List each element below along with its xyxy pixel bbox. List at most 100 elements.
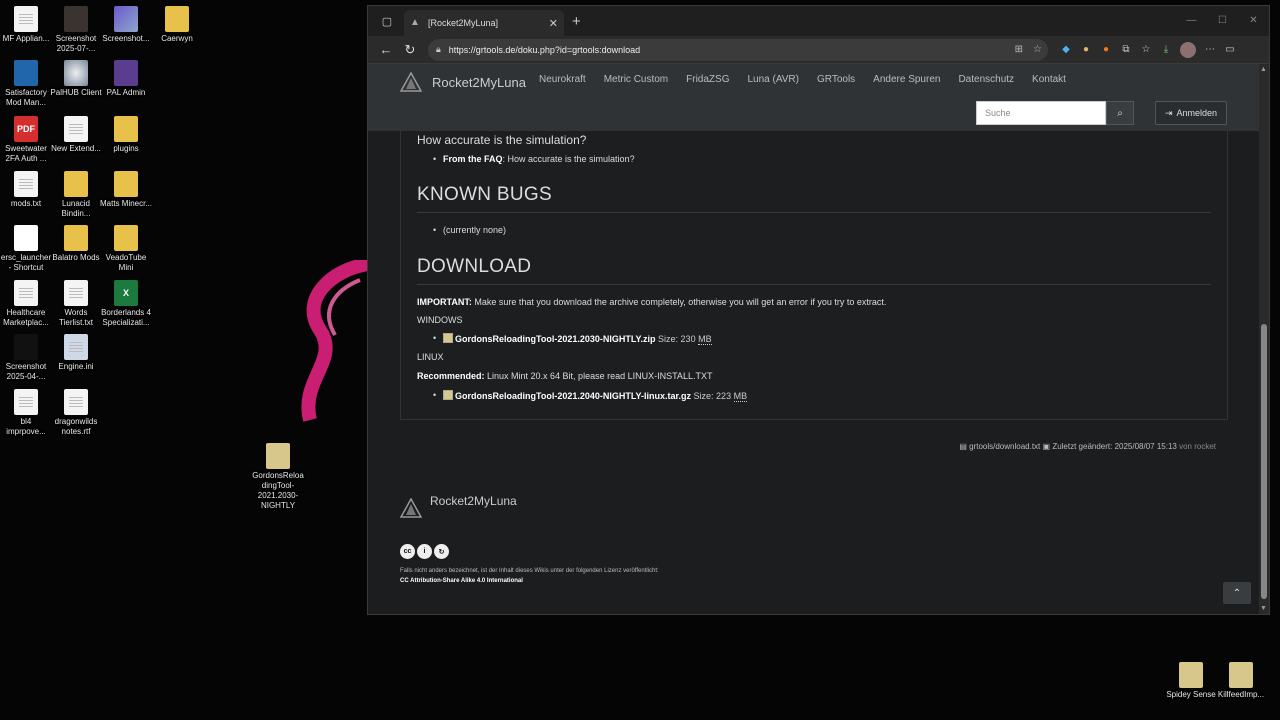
search-input[interactable]: [976, 101, 1106, 125]
desktop-icon[interactable]: KillfeedImp...: [1214, 662, 1268, 700]
image-icon: [14, 334, 38, 360]
excel-icon: X: [114, 280, 138, 306]
linux-download-item: GordonsReloadingTool-2021.2040-NIGHTLY-l…: [433, 390, 1211, 402]
minimize-icon[interactable]: —: [1176, 6, 1207, 34]
app-available-icon[interactable]: ⊞: [1015, 44, 1023, 55]
menu-item[interactable]: Datenschutz: [949, 70, 1023, 90]
rocket-logo-icon: [400, 72, 422, 92]
extension-face-icon[interactable]: ●: [1076, 44, 1096, 55]
desktop-icon-label: Satisfactory Mod Man...: [5, 88, 47, 107]
browser-window: ▢ ▲ [Rocket2MyLuna] ✕ + — ☐ ✕ ← ↻ 🔒︎ htt…: [367, 5, 1270, 615]
back-icon[interactable]: ←: [374, 39, 398, 61]
folder-icon: [114, 171, 138, 197]
desktop-icon[interactable]: GordonsReloadingTool-2021.2030-NIGHTLY: [252, 443, 304, 511]
favorite-star-icon[interactable]: ☆: [1033, 44, 1042, 55]
url-field[interactable]: 🔒︎ https://grtools.de/doku.php?id=grtool…: [428, 38, 1048, 61]
license-link[interactable]: CC Attribution-Share Alike 4.0 Internati…: [400, 576, 659, 586]
desktop-icon[interactable]: PDF Sweetwater 2FA Auth ...: [0, 116, 52, 164]
close-tab-icon[interactable]: ✕: [549, 17, 558, 30]
menu-item[interactable]: Kontakt: [1023, 70, 1075, 90]
login-icon: ⇥: [1164, 107, 1173, 118]
downloads-icon[interactable]: ⤓: [1156, 44, 1176, 55]
wallpaper-swirl: [301, 260, 370, 422]
desktop-icon[interactable]: VeadoTube Mini: [100, 225, 152, 273]
desktop-icon[interactable]: Balatro Mods: [50, 225, 102, 263]
desktop-icon[interactable]: PAL Admin: [100, 60, 152, 98]
maximize-icon[interactable]: ☐: [1207, 6, 1238, 34]
desktop-icon[interactable]: New Extend...: [50, 116, 102, 154]
faq-list-item: From the FAQ: How accurate is the simula…: [433, 154, 1211, 164]
back-to-top-button[interactable]: ⌃: [1223, 582, 1251, 604]
linux-download-link[interactable]: GordonsReloadingTool-2021.2040-NIGHTLY-l…: [455, 391, 691, 401]
refresh-icon[interactable]: ↻: [398, 39, 422, 61]
site-brand[interactable]: Rocket2MyLuna: [400, 72, 526, 92]
document-icon: [64, 389, 88, 415]
menu-item[interactable]: Andere Spuren: [864, 70, 949, 90]
desktop-icon[interactable]: Words Tierlist.txt: [50, 280, 102, 328]
footer-brand[interactable]: Rocket2MyLuna: [400, 494, 517, 518]
important-label: IMPORTANT:: [417, 297, 472, 307]
windows-size: Size: 230: [655, 334, 699, 344]
favorites-icon[interactable]: ☆: [1136, 44, 1156, 55]
desktop-icon[interactable]: mods.txt: [0, 171, 52, 209]
desktop-icon[interactable]: plugins: [100, 116, 152, 154]
extension-diamond-icon[interactable]: ◆: [1056, 44, 1076, 55]
login-button[interactable]: ⇥ Anmelden: [1155, 101, 1227, 125]
desktop-icon[interactable]: Screenshot 2025-04-...: [0, 334, 52, 382]
cc-license-badges[interactable]: cc i ↻: [400, 544, 449, 559]
desktop-icon[interactable]: Matts Minecr...: [100, 171, 152, 209]
tab-active[interactable]: ▲ [Rocket2MyLuna] ✕: [404, 10, 564, 36]
doc-info: ▤ grtools/download.txt ▣ Zuletzt geänder…: [959, 442, 1216, 451]
more-options-icon[interactable]: ⋯: [1200, 44, 1220, 55]
scroll-down-icon[interactable]: ▼: [1260, 605, 1267, 612]
windows-download-link[interactable]: GordonsReloadingTool-2021.2030-NIGHTLY.z…: [455, 334, 656, 344]
desktop-icon[interactable]: bl4 imprpove...: [0, 389, 52, 437]
desktop-icon[interactable]: MF Applian...: [0, 6, 52, 44]
desktop-icon[interactable]: Healthcare Marketplac...: [0, 280, 52, 328]
config-icon: [64, 334, 88, 360]
menu-item[interactable]: GRTools: [808, 70, 864, 90]
app-icon: [114, 60, 138, 86]
desktop-icon-label: PAL Admin: [106, 88, 146, 97]
desktop-icon-label: VeadoTube Mini: [105, 253, 147, 272]
desktop-icon-label: MF Applian...: [2, 34, 50, 43]
sidebar-icon[interactable]: ▭: [1220, 44, 1240, 55]
folder-icon: [165, 6, 189, 32]
tab-title: [Rocket2MyLuna]: [428, 18, 499, 28]
menu-item[interactable]: Luna (AVR): [738, 70, 808, 90]
extension-fire-icon[interactable]: ●: [1096, 44, 1116, 55]
scrollbar-thumb[interactable]: [1261, 324, 1267, 599]
desktop-icon[interactable]: X Borderlands 4 Specializati...: [100, 280, 152, 328]
windows-label: WINDOWS: [417, 315, 463, 325]
close-window-icon[interactable]: ✕: [1238, 6, 1269, 34]
desktop-icon[interactable]: Screenshot...: [100, 6, 152, 44]
rocket-logo-icon: [400, 498, 422, 518]
scroll-up-icon[interactable]: ▲: [1260, 66, 1267, 73]
new-tab-icon[interactable]: +: [572, 13, 581, 30]
zip-icon: [266, 443, 290, 469]
faq-link[interactable]: From the FAQ: [443, 154, 503, 164]
menu-item[interactable]: FridaZSG: [677, 70, 738, 90]
search-button[interactable]: ⌕: [1106, 101, 1134, 125]
profile-avatar[interactable]: [1180, 41, 1196, 58]
desktop-icon[interactable]: Caerwyn: [151, 6, 203, 44]
scrollbar[interactable]: ▲ ▼: [1259, 64, 1269, 614]
desktop-icon[interactable]: Satisfactory Mod Man...: [0, 60, 52, 108]
calendar-icon: ▣: [1042, 442, 1051, 451]
desktop-icon[interactable]: Screenshot 2025-07-...: [50, 6, 102, 54]
extensions-icon[interactable]: ⧉: [1116, 44, 1136, 55]
folder-icon: [114, 116, 138, 142]
menu-item[interactable]: Metric Custom: [595, 70, 677, 90]
desktop-icon-label: New Extend...: [51, 144, 101, 153]
desktop-icon[interactable]: Engine.ini: [50, 334, 102, 372]
desktop-icon[interactable]: Spidey Sense: [1164, 662, 1218, 700]
window-controls: — ☐ ✕: [1176, 6, 1269, 34]
tab-actions-button[interactable]: ▢: [374, 11, 400, 31]
desktop-icon[interactable]: Lunacid Bindin...: [50, 171, 102, 219]
desktop-icon[interactable]: PalHUB Client: [50, 60, 102, 98]
menu-item[interactable]: Neurokraft: [530, 70, 595, 90]
desktop-icon[interactable]: dragonwilds notes.rtf: [50, 389, 102, 437]
document-icon: [14, 389, 38, 415]
desktop-icon[interactable]: ersc_launcher - Shortcut: [0, 225, 52, 273]
folder-icon: [64, 225, 88, 251]
